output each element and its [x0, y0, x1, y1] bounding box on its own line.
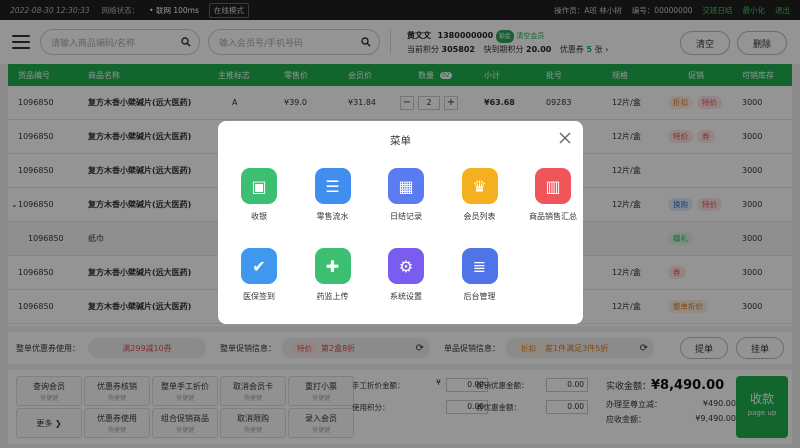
server-icon: ≣	[461, 248, 498, 284]
menu-item[interactable]: ✔ 医保签到	[224, 248, 294, 302]
menu-item-label: 后台管理	[463, 292, 496, 301]
menu-item-label: 收银	[251, 212, 267, 221]
menu-item-label: 系统设置	[390, 292, 422, 301]
menu-item-label: 药监上传	[316, 292, 349, 301]
menu-item-label: 会员列表	[463, 212, 496, 221]
menu-item[interactable]: ☰ 零售流水	[298, 168, 368, 222]
calendar-icon: ▦	[388, 168, 424, 204]
menu-item-label: 零售流水	[316, 212, 349, 221]
menu-item-label: 商品销售汇总	[529, 212, 577, 221]
menu-item[interactable]: ♛ 会员列表	[445, 168, 515, 222]
menu-item[interactable]: ✚ 药监上传	[298, 248, 368, 302]
gear-icon: ⚙	[388, 248, 424, 284]
menu-item-label: 医保签到	[243, 292, 275, 301]
document-list-icon: ☰	[314, 168, 351, 204]
menu-item[interactable]: ▦ 日结记录	[371, 168, 441, 222]
menu-item-label: 日结记录	[390, 212, 422, 221]
menu-item[interactable]: ≣ 后台管理	[445, 248, 515, 302]
shield-plus-icon: ✚	[314, 248, 351, 284]
close-icon[interactable]	[559, 132, 571, 144]
cash-register-icon: ▣	[241, 168, 277, 204]
menu-item[interactable]: ⚙ 系统设置	[371, 248, 441, 302]
menu-item[interactable]: ▥ 商品销售汇总	[518, 168, 588, 222]
dialog-title: 菜单	[390, 135, 411, 147]
check-card-icon: ✔	[241, 248, 277, 284]
menu-item[interactable]: ▣ 收银	[224, 168, 294, 222]
monitor-chart-icon: ▥	[535, 168, 571, 204]
menu-dialog: 菜单 ▣ 收银 ☰ 零售流水 ▦ 日结记录 ♛ 会员列表 ▥ 商品销售汇总 ✔ 医保签到 ✚ 药监上传 ⚙ 系…	[218, 121, 583, 324]
crown-icon: ♛	[461, 168, 498, 204]
